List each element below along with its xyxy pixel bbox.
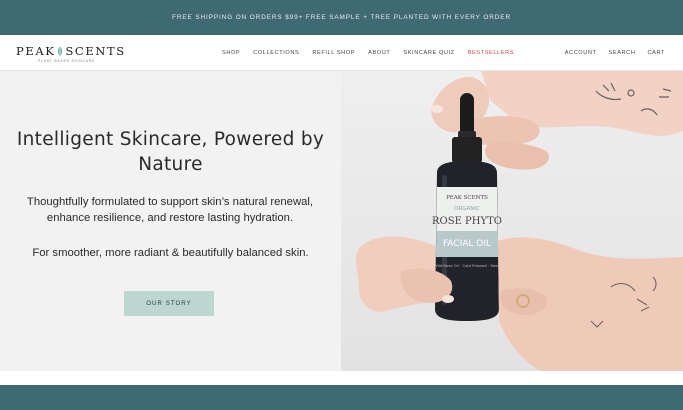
cart-link[interactable]: CART (647, 50, 665, 56)
hero-tagline: For smoother, more radiant & beautifully… (32, 247, 309, 259)
hero-image: PEAK SCENTS ORGANIC ROSE PHYTO FACIAL OI… (341, 71, 683, 371)
bottle-small-text: Wild Rose Oil · Cold Pressed · Seed (434, 263, 501, 268)
our-story-button[interactable]: OUR STORY (124, 291, 214, 316)
announcement-text: FREE SHIPPING ON ORDERS $99+ FREE SAMPLE… (172, 14, 511, 21)
section-divider (0, 371, 683, 385)
hero-title: Intelligent Skincare, Powered by Nature (16, 129, 325, 175)
site-header: PEAK SCENTS PLANT BASED SKINCARE SHOP CO… (0, 35, 683, 71)
nav-shop[interactable]: SHOP (222, 50, 240, 56)
bottle-line3: FACIAL OIL (443, 239, 491, 249)
announcement-bar: FREE SHIPPING ON ORDERS $99+ FREE SAMPLE… (0, 0, 683, 35)
logo-wordmark: PEAK SCENTS (16, 44, 126, 58)
hero-text-panel: Intelligent Skincare, Powered by Nature … (0, 71, 341, 371)
main-nav: SHOP COLLECTIONS REFILL SHOP ABOUT SKINC… (222, 35, 514, 71)
bottle-line1: ORGANIC (454, 206, 480, 212)
nav-collections[interactable]: COLLECTIONS (253, 50, 299, 56)
nav-bestsellers[interactable]: BESTSELLERS (468, 50, 514, 56)
logo-word-right: SCENTS (65, 44, 126, 58)
nav-about[interactable]: ABOUT (368, 50, 390, 56)
product-photo: PEAK SCENTS ORGANIC ROSE PHYTO FACIAL OI… (355, 71, 683, 371)
account-link[interactable]: ACCOUNT (565, 50, 597, 56)
bottle-line2: ROSE PHYTO (432, 216, 502, 227)
nav-refill-shop[interactable]: REFILL SHOP (312, 50, 355, 56)
leaf-icon (58, 46, 63, 56)
hero-description: Thoughtfully formulated to support skin’… (26, 196, 314, 224)
bottle-brand: PEAK SCENTS (446, 195, 488, 201)
logo-word-left: PEAK (16, 44, 56, 58)
logo[interactable]: PEAK SCENTS PLANT BASED SKINCARE (16, 44, 126, 66)
utility-nav: ACCOUNT SEARCH CART (565, 35, 665, 71)
logo-tagline: PLANT BASED SKINCARE (38, 59, 96, 63)
search-link[interactable]: SEARCH (609, 50, 636, 56)
next-section-band (0, 385, 683, 410)
nav-skincare-quiz[interactable]: SKINCARE QUIZ (403, 50, 454, 56)
